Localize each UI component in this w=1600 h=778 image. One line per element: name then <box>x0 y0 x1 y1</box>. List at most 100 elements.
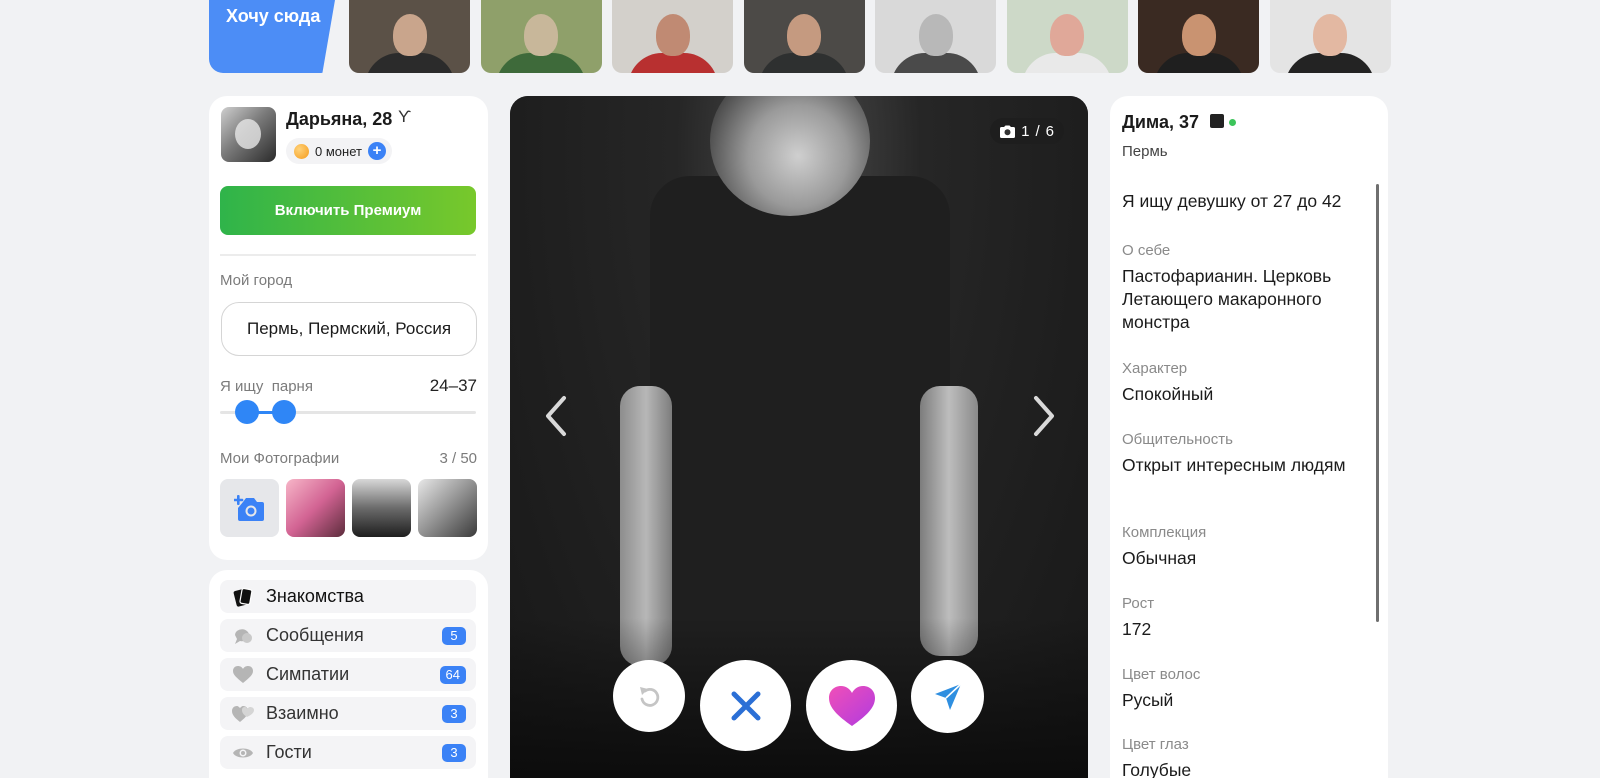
profile-thumbnail[interactable] <box>1006 0 1128 73</box>
thumbnail-body <box>890 53 981 73</box>
premium-button[interactable]: Включить Премиум <box>220 186 476 235</box>
match-city: Пермь <box>1122 143 1168 160</box>
thumbnail-body <box>364 53 455 73</box>
prev-photo-icon[interactable] <box>538 392 574 440</box>
add-photo-button[interactable] <box>220 479 279 537</box>
count-badge: 3 <box>442 744 466 762</box>
want-here-button[interactable]: Хочу сюда <box>209 0 335 73</box>
photos-label: Мои Фотографии <box>220 450 340 467</box>
profile-thumbnail[interactable] <box>480 0 602 73</box>
send-message-button[interactable] <box>911 660 984 733</box>
count-badge: 64 <box>439 666 466 684</box>
top-strip: Хочу сюда <box>209 0 1391 73</box>
undo-button[interactable] <box>613 660 685 732</box>
age-slider-max-handle[interactable] <box>271 400 296 424</box>
detail-section: Рост 172 <box>1122 595 1362 641</box>
eye-icon <box>232 742 254 764</box>
thumbnail-body <box>1285 53 1375 73</box>
coins-label: 0 монет <box>315 143 362 159</box>
count-badge: 3 <box>442 705 466 723</box>
double-heart-icon <box>232 703 254 725</box>
menu-item-2[interactable]: Сообщения 5 <box>220 619 476 652</box>
detail-value: Открыт интересным людям <box>1122 455 1346 475</box>
close-icon <box>731 691 760 720</box>
profile-thumbnail[interactable] <box>743 0 865 73</box>
coin-icon <box>294 143 309 159</box>
camera-icon <box>1000 125 1016 138</box>
user-name[interactable]: Дарьяна, 28 <box>286 109 392 130</box>
thumbnail-face <box>918 14 953 56</box>
thumbnail-face <box>655 14 690 56</box>
thumbnail-body <box>496 53 586 73</box>
photo-counter-current: 1 <box>1021 122 1030 140</box>
seeking-label: Я ищу парня <box>220 378 313 395</box>
detail-value: 172 <box>1122 619 1152 639</box>
next-photo-icon[interactable] <box>1026 392 1062 440</box>
detail-key: Рост <box>1122 595 1155 612</box>
details-scrollbar[interactable] <box>1376 184 1379 622</box>
menu-item-5[interactable]: Гости 3 <box>220 736 476 769</box>
detail-value: Русый <box>1122 690 1174 710</box>
count-badge: 5 <box>442 627 466 645</box>
cards-icon <box>232 586 254 608</box>
like-button[interactable] <box>806 660 897 751</box>
detail-section: Цвет глаз Голубые <box>1122 736 1362 778</box>
thumbnail-body <box>627 53 718 73</box>
detail-value: Спокойный <box>1122 384 1214 404</box>
menu-item-label: Гости <box>266 742 312 762</box>
menu-item-label: Знакомства <box>266 586 364 606</box>
menu-item-1[interactable]: Знакомства <box>220 580 476 613</box>
menu-item-label: Взаимно <box>266 703 339 723</box>
thumbnail-body <box>1153 53 1244 73</box>
send-icon <box>934 682 962 710</box>
profile-thumbnail[interactable] <box>349 0 470 73</box>
add-photo-icon <box>233 495 264 521</box>
my-photo-thumbnail[interactable] <box>418 479 477 537</box>
profile-thumbnail[interactable] <box>1138 0 1259 73</box>
detail-key: О себе <box>1122 242 1171 259</box>
online-status-icon <box>1229 119 1236 126</box>
photo-counter-separator: / <box>1035 122 1040 140</box>
detail-key: Цвет волос <box>1122 666 1201 683</box>
city-label: Мой город <box>220 272 293 289</box>
my-profile-card: Дарьяна, 28 ϒ 0 монет + Включить Премиум… <box>209 96 488 560</box>
avatar[interactable] <box>221 107 276 162</box>
menu-item-label: Сообщения <box>266 625 364 645</box>
detail-key: Общительность <box>1122 431 1233 448</box>
menu-item-3[interactable]: Симпатии 64 <box>220 658 476 691</box>
match-name: Дима, 37 <box>1122 112 1200 132</box>
menu-item-label: Симпатии <box>266 664 350 684</box>
add-coins-icon[interactable]: + <box>367 142 386 160</box>
age-range-value: 24–37 <box>429 376 477 395</box>
my-photo-thumbnail[interactable] <box>352 479 411 537</box>
want-here-label: Хочу сюда <box>226 6 321 26</box>
thumbnail-face <box>1313 14 1347 56</box>
thumbnail-body <box>759 53 849 73</box>
detail-section: Характер Спокойный <box>1122 360 1362 406</box>
age-slider-min-handle[interactable] <box>234 400 259 424</box>
divider <box>220 254 476 256</box>
thumbnail-face <box>524 14 558 56</box>
profile-thumbnail[interactable] <box>612 0 733 73</box>
photos-count: 3 / 50 <box>439 450 477 467</box>
detail-section: Цвет волос Русый <box>1122 666 1362 712</box>
profile-photo[interactable]: 1 / 6 <box>510 96 1088 778</box>
photo-subject-arm <box>920 386 978 656</box>
thumbnail-face <box>1181 14 1216 56</box>
profile-thumbnail[interactable] <box>1269 0 1391 73</box>
detail-section: Общительность Открыт интересным людям <box>1122 431 1362 477</box>
city-field[interactable]: Пермь, Пермский, Россия <box>221 302 477 356</box>
dislike-button[interactable] <box>700 660 791 751</box>
menu-item-4[interactable]: Взаимно 3 <box>220 697 476 730</box>
coins-balance[interactable]: 0 монет + <box>286 138 392 164</box>
heart-icon <box>232 664 254 686</box>
zodiac-icon: ϒ <box>398 107 412 126</box>
verified-icon <box>1210 114 1224 128</box>
photo-counter: 1 / 6 <box>990 118 1064 144</box>
detail-key: Цвет глаз <box>1122 736 1189 753</box>
detail-value: Пастофарианин. Церковь Летающего макарон… <box>1122 266 1332 332</box>
my-photo-thumbnail[interactable] <box>286 479 345 537</box>
profile-thumbnail[interactable] <box>875 0 996 73</box>
detail-section: Комплекция Обычная <box>1122 524 1362 570</box>
detail-value: Обычная <box>1122 548 1197 568</box>
